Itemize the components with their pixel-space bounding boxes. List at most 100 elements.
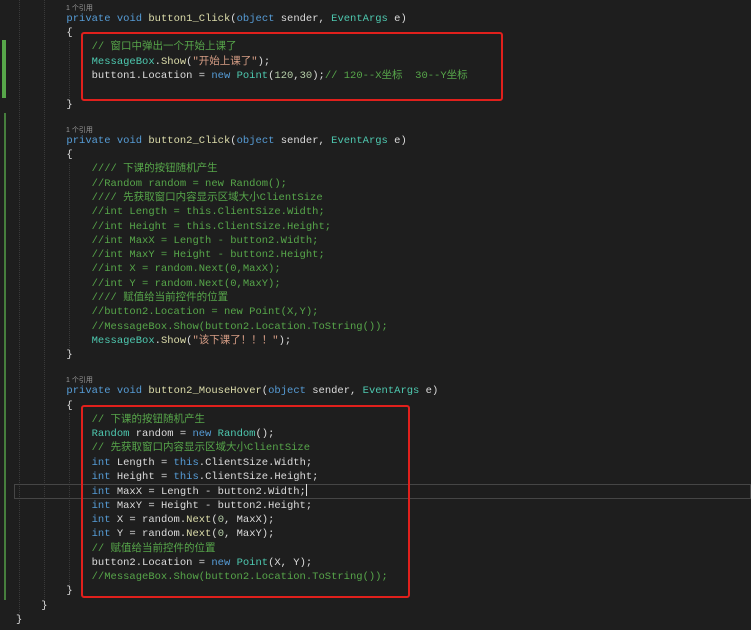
code-line[interactable] bbox=[14, 362, 751, 376]
code-text[interactable]: Length = bbox=[111, 457, 174, 469]
code-line[interactable]: // 下课的按钮随机产生 bbox=[14, 413, 751, 427]
method-name-token[interactable]: button2_MouseHover bbox=[148, 385, 261, 397]
type-name-token[interactable]: Random bbox=[92, 428, 130, 440]
type-name-token[interactable]: EventArgs bbox=[363, 385, 420, 397]
comment-token[interactable]: //button2.Location = new Point(X,Y); bbox=[92, 306, 319, 318]
keyword-token[interactable]: int bbox=[92, 457, 111, 469]
code-line[interactable]: //int Y = random.Next(0,MaxY); bbox=[14, 277, 751, 291]
code-text[interactable]: ); bbox=[312, 70, 325, 82]
code-text[interactable]: e) bbox=[388, 13, 407, 25]
comment-token[interactable]: //// 赋值给当前控件的位置 bbox=[92, 292, 229, 304]
code-text[interactable]: } bbox=[16, 614, 22, 626]
comment-token[interactable]: //int MaxX = Length - button2.Width; bbox=[92, 235, 319, 247]
type-name-token[interactable]: EventArgs bbox=[331, 135, 388, 147]
code-text[interactable] bbox=[16, 486, 92, 498]
code-line[interactable]: //Random random = new Random(); bbox=[14, 177, 751, 191]
code-line[interactable]: { bbox=[14, 148, 751, 162]
code-text[interactable] bbox=[16, 56, 92, 68]
code-line[interactable] bbox=[14, 112, 751, 126]
code-line[interactable]: int Length = this.ClientSize.Width; bbox=[14, 456, 751, 470]
code-line[interactable]: } bbox=[14, 613, 751, 627]
code-text[interactable] bbox=[16, 428, 92, 440]
code-text[interactable]: .ClientSize.Width; bbox=[199, 457, 312, 469]
comment-token[interactable]: // 先获取窗口内容显示区域大小ClientSize bbox=[92, 442, 310, 454]
code-line[interactable]: 1 个引用 private void button1_Click(object … bbox=[14, 4, 751, 26]
code-line[interactable]: int Y = random.Next(0, MaxY); bbox=[14, 527, 751, 541]
code-text[interactable] bbox=[16, 321, 92, 333]
code-text[interactable] bbox=[16, 543, 92, 555]
comment-token[interactable]: // 下课的按钮随机产生 bbox=[92, 414, 205, 426]
keyword-token[interactable]: new bbox=[211, 557, 230, 569]
type-name-token[interactable]: MessageBox bbox=[92, 56, 155, 68]
code-text[interactable]: sender, bbox=[306, 385, 363, 397]
code-text[interactable]: e) bbox=[388, 135, 407, 147]
code-line[interactable]: } bbox=[14, 584, 751, 598]
code-line[interactable] bbox=[14, 83, 751, 97]
code-line[interactable]: } bbox=[14, 348, 751, 362]
code-line[interactable]: //int Length = this.ClientSize.Width; bbox=[14, 205, 751, 219]
keyword-token[interactable]: private bbox=[66, 135, 110, 147]
code-line[interactable]: //int X = random.Next(0,MaxX); bbox=[14, 262, 751, 276]
code-text[interactable] bbox=[16, 385, 66, 397]
comment-token[interactable]: //int Y = random.Next(0,MaxY); bbox=[92, 278, 281, 290]
code-text[interactable]: { bbox=[16, 27, 72, 39]
comment-token[interactable]: //int X = random.Next(0,MaxX); bbox=[92, 263, 281, 275]
code-text[interactable] bbox=[16, 471, 92, 483]
code-text[interactable]: (X, Y); bbox=[268, 557, 312, 569]
keyword-token[interactable]: object bbox=[268, 385, 306, 397]
code-text[interactable] bbox=[16, 278, 92, 290]
keyword-token[interactable]: private bbox=[66, 385, 110, 397]
code-line[interactable]: { bbox=[14, 399, 751, 413]
keyword-token[interactable]: this bbox=[174, 457, 199, 469]
number-literal-token[interactable]: 30 bbox=[300, 70, 313, 82]
code-text[interactable]: sender, bbox=[274, 13, 331, 25]
code-text[interactable] bbox=[16, 221, 92, 233]
code-line[interactable]: //MessageBox.Show(button2.Location.ToStr… bbox=[14, 320, 751, 334]
keyword-token[interactable]: void bbox=[117, 135, 142, 147]
code-text[interactable] bbox=[16, 571, 92, 583]
code-line[interactable]: //button2.Location = new Point(X,Y); bbox=[14, 305, 751, 319]
code-line[interactable]: { bbox=[14, 26, 751, 40]
codelens-reference-count[interactable]: 1 个引用 bbox=[66, 377, 93, 384]
code-text[interactable] bbox=[16, 263, 92, 275]
code-text[interactable]: X = random. bbox=[111, 514, 186, 526]
code-line[interactable]: 1 个引用 private void button2_MouseHover(ob… bbox=[14, 377, 751, 399]
type-name-token[interactable]: MessageBox bbox=[92, 335, 155, 347]
code-text[interactable]: Y = random. bbox=[111, 528, 186, 540]
code-text[interactable] bbox=[16, 528, 92, 540]
method-name-token[interactable]: Next bbox=[186, 514, 211, 526]
code-text[interactable] bbox=[16, 13, 66, 25]
code-line[interactable]: 1 个引用 private void button2_Click(object … bbox=[14, 126, 751, 148]
code-text[interactable] bbox=[16, 442, 92, 454]
code-text[interactable] bbox=[16, 335, 92, 347]
code-text[interactable]: e) bbox=[419, 385, 439, 397]
comment-token[interactable]: //// 下课的按钮随机产生 bbox=[92, 163, 218, 175]
code-text[interactable]: } bbox=[16, 349, 72, 361]
code-line[interactable]: int X = random.Next(0, MaxX); bbox=[14, 513, 751, 527]
code-text-area[interactable]: 1 个引用 private void button1_Click(object … bbox=[14, 0, 751, 627]
number-literal-token[interactable]: 120 bbox=[274, 70, 293, 82]
code-text[interactable] bbox=[16, 206, 92, 218]
comment-token[interactable]: //MessageBox.Show(button2.Location.ToStr… bbox=[92, 321, 388, 333]
code-text[interactable] bbox=[16, 41, 92, 53]
keyword-token[interactable]: int bbox=[92, 528, 111, 540]
code-text[interactable] bbox=[16, 292, 92, 304]
comment-token[interactable]: //int Length = this.ClientSize.Width; bbox=[92, 206, 325, 218]
code-text[interactable] bbox=[16, 306, 92, 318]
code-text[interactable] bbox=[16, 414, 92, 426]
code-line[interactable]: MessageBox.Show("开始上课了"); bbox=[14, 55, 751, 69]
code-line[interactable]: } bbox=[14, 98, 751, 112]
code-text[interactable]: } bbox=[16, 600, 47, 612]
method-name-token[interactable]: button1_Click bbox=[148, 13, 230, 25]
code-text[interactable]: , MaxY); bbox=[224, 528, 274, 540]
keyword-token[interactable]: int bbox=[92, 514, 111, 526]
code-text[interactable] bbox=[16, 235, 92, 247]
code-text[interactable] bbox=[16, 178, 92, 190]
codelens-reference-count[interactable]: 1 个引用 bbox=[66, 127, 93, 134]
codelens-reference-count[interactable]: 1 个引用 bbox=[66, 5, 93, 12]
code-line-current[interactable]: int MaxX = Length - button2.Width; bbox=[14, 484, 751, 498]
code-text[interactable]: } bbox=[16, 99, 72, 111]
keyword-token[interactable]: int bbox=[92, 500, 111, 512]
code-text[interactable]: ); bbox=[258, 56, 271, 68]
code-text[interactable] bbox=[16, 192, 92, 204]
